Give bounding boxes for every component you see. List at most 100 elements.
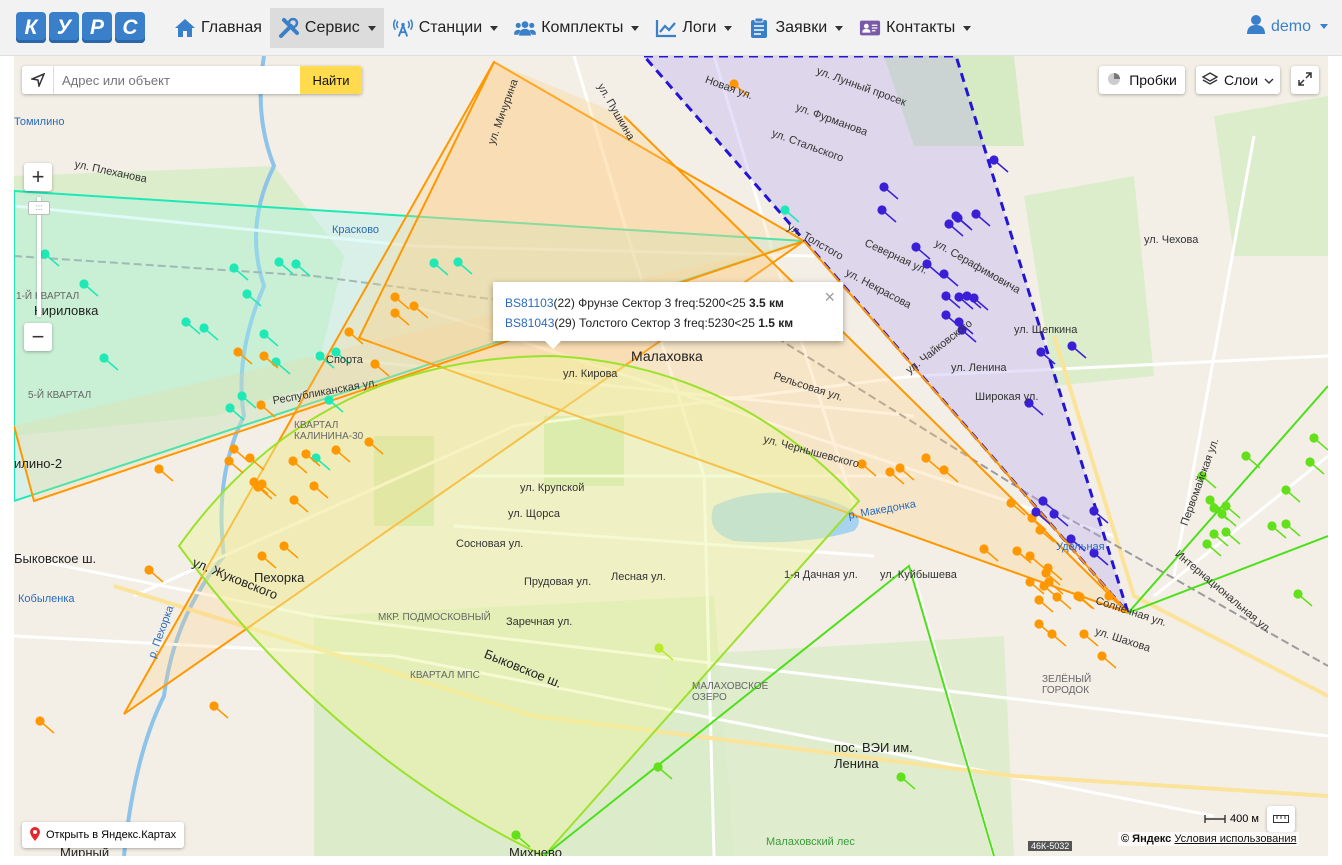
traffic-button[interactable]: Пробки xyxy=(1099,66,1185,94)
station-marker[interactable] xyxy=(1079,629,1089,639)
station-marker[interactable] xyxy=(885,467,895,477)
zoom-in-button[interactable]: + xyxy=(24,163,52,191)
station-marker[interactable] xyxy=(344,327,354,337)
station-marker[interactable] xyxy=(99,353,109,363)
station-marker[interactable] xyxy=(256,400,266,410)
station-marker[interactable] xyxy=(1202,539,1212,549)
station-marker[interactable] xyxy=(209,701,219,711)
station-marker[interactable] xyxy=(259,329,269,339)
station-link[interactable]: BS81103 xyxy=(505,296,554,310)
station-marker[interactable] xyxy=(989,155,999,165)
station-marker[interactable] xyxy=(879,182,889,192)
search-button[interactable]: Найти xyxy=(300,66,362,94)
station-marker[interactable] xyxy=(409,301,419,311)
nav-service[interactable]: Сервис xyxy=(269,8,384,48)
station-marker[interactable] xyxy=(1039,581,1049,591)
station-link[interactable]: BS81043 xyxy=(505,316,554,330)
station-marker[interactable] xyxy=(1049,509,1059,519)
station-marker[interactable] xyxy=(331,445,341,455)
geolocation-icon[interactable] xyxy=(22,66,54,94)
station-marker[interactable] xyxy=(511,830,521,840)
station-marker[interactable] xyxy=(311,453,321,463)
station-marker[interactable] xyxy=(1036,347,1046,357)
station-marker[interactable] xyxy=(1267,521,1277,531)
station-marker[interactable] xyxy=(1309,433,1319,443)
station-marker[interactable] xyxy=(911,242,921,252)
station-marker[interactable] xyxy=(1097,651,1107,661)
station-marker[interactable] xyxy=(921,453,931,463)
station-marker[interactable] xyxy=(245,453,255,463)
map-canvas[interactable] xyxy=(14,56,1328,856)
station-marker[interactable] xyxy=(877,205,887,215)
station-marker[interactable] xyxy=(291,259,301,269)
station-marker[interactable] xyxy=(939,465,949,475)
station-marker[interactable] xyxy=(1209,503,1219,513)
terms-link[interactable]: Условия использования xyxy=(1174,833,1296,845)
user-menu[interactable]: demo xyxy=(1246,14,1328,39)
fullscreen-button[interactable] xyxy=(1291,66,1319,94)
station-marker[interactable] xyxy=(971,209,981,219)
station-marker[interactable] xyxy=(962,291,972,301)
station-marker[interactable] xyxy=(288,456,298,466)
station-marker[interactable] xyxy=(199,323,209,333)
nav-home[interactable]: Главная xyxy=(166,8,270,48)
station-marker[interactable] xyxy=(289,495,299,505)
search-input[interactable] xyxy=(54,66,300,94)
station-marker[interactable] xyxy=(944,219,954,229)
station-marker[interactable] xyxy=(1221,501,1231,511)
station-marker[interactable] xyxy=(453,257,463,267)
station-marker[interactable] xyxy=(370,359,380,369)
station-marker[interactable] xyxy=(653,762,663,772)
station-marker[interactable] xyxy=(279,541,289,551)
station-marker[interactable] xyxy=(301,449,311,459)
zoom-slider[interactable]: ::: xyxy=(28,197,50,317)
station-marker[interactable] xyxy=(1035,525,1045,535)
station-marker[interactable] xyxy=(1012,546,1022,556)
map-view[interactable]: Малаховка Красково Кириловка Пехорка Уде… xyxy=(14,56,1328,856)
station-marker[interactable] xyxy=(144,565,154,575)
station-marker[interactable] xyxy=(1209,529,1219,539)
station-marker[interactable] xyxy=(654,643,664,653)
station-marker[interactable] xyxy=(224,456,234,466)
station-marker[interactable] xyxy=(242,289,252,299)
close-icon[interactable]: × xyxy=(824,288,835,306)
nav-contacts[interactable]: Контакты xyxy=(851,8,979,48)
station-marker[interactable] xyxy=(1281,519,1291,529)
station-marker[interactable] xyxy=(1047,629,1057,639)
station-marker[interactable] xyxy=(271,357,281,367)
station-marker[interactable] xyxy=(1031,507,1041,517)
station-marker[interactable] xyxy=(1205,495,1215,505)
station-marker[interactable] xyxy=(1025,577,1035,587)
station-marker[interactable] xyxy=(951,211,961,221)
zoom-out-button[interactable]: − xyxy=(24,323,52,351)
station-marker[interactable] xyxy=(1293,589,1303,599)
station-marker[interactable] xyxy=(390,292,400,302)
station-marker[interactable] xyxy=(181,317,191,327)
station-marker[interactable] xyxy=(1034,619,1044,629)
station-marker[interactable] xyxy=(35,716,45,726)
station-marker[interactable] xyxy=(896,772,906,782)
station-marker[interactable] xyxy=(1034,595,1044,605)
station-marker[interactable] xyxy=(390,308,400,318)
station-marker[interactable] xyxy=(429,258,439,268)
nav-stations[interactable]: Станции xyxy=(384,8,506,48)
station-marker[interactable] xyxy=(939,269,949,279)
station-marker[interactable] xyxy=(229,263,239,273)
station-marker[interactable] xyxy=(154,464,164,474)
station-marker[interactable] xyxy=(257,551,267,561)
logo[interactable]: К У Р С xyxy=(16,12,145,43)
station-marker[interactable] xyxy=(1089,506,1099,516)
nav-logs[interactable]: Логи xyxy=(647,8,740,48)
station-marker[interactable] xyxy=(229,444,239,454)
station-marker[interactable] xyxy=(1025,551,1035,561)
station-marker[interactable] xyxy=(780,205,790,215)
station-marker[interactable] xyxy=(1006,498,1016,508)
station-marker[interactable] xyxy=(954,292,964,302)
station-marker[interactable] xyxy=(895,463,905,473)
station-marker[interactable] xyxy=(309,481,319,491)
station-marker[interactable] xyxy=(315,351,325,361)
ruler-button[interactable] xyxy=(1266,806,1295,832)
station-marker[interactable] xyxy=(1241,451,1251,461)
open-yandex-maps-link[interactable]: Открыть в Яндекс.Картах xyxy=(22,822,185,848)
station-marker[interactable] xyxy=(79,279,89,289)
